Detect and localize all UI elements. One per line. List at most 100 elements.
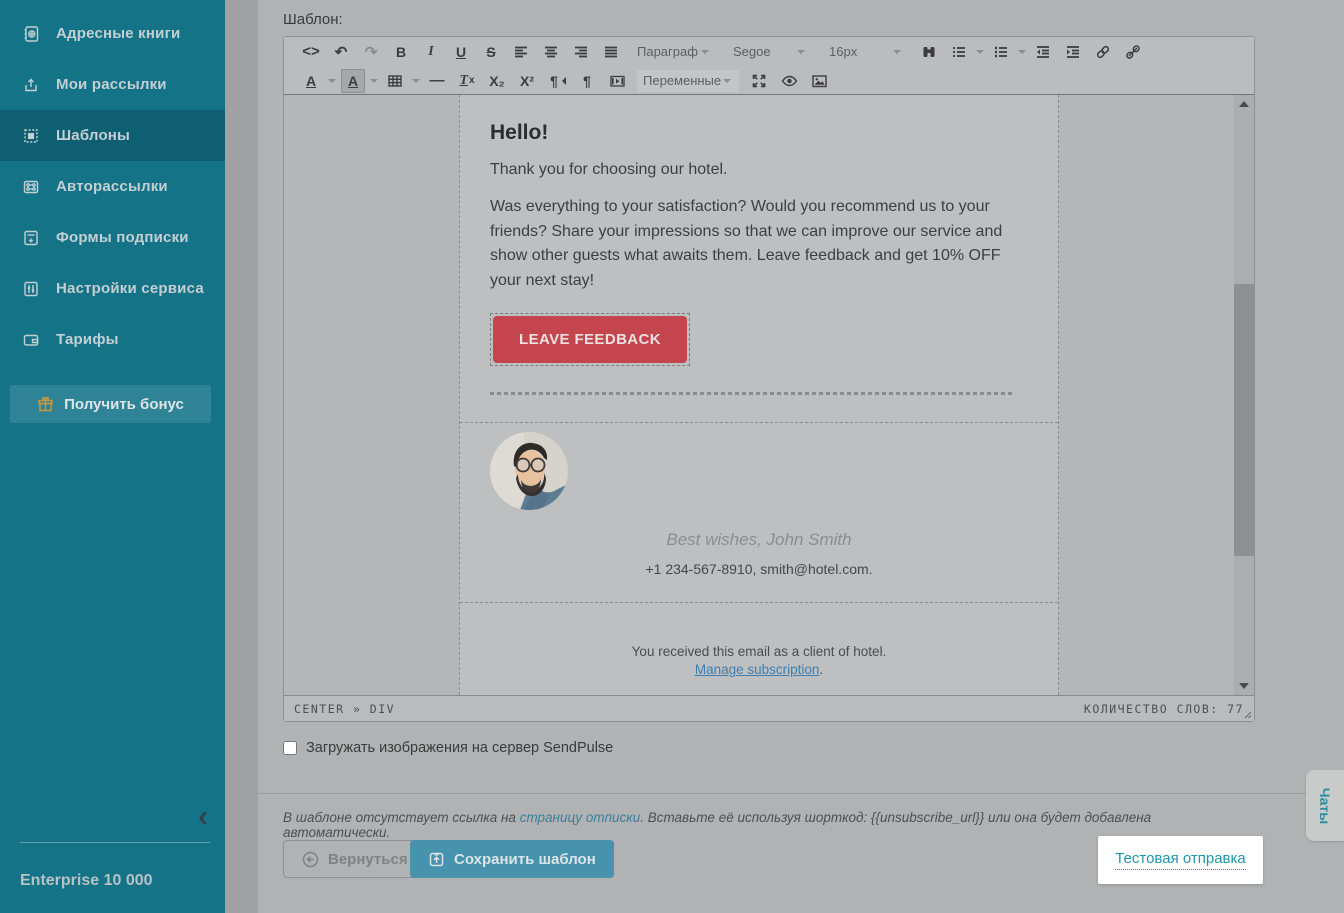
chats-tab[interactable]: Чаты <box>1306 770 1344 841</box>
sidebar-item-pricing[interactable]: Тарифы <box>0 314 225 365</box>
undo-button[interactable]: ↶ <box>329 40 353 64</box>
address-book-icon <box>22 25 40 43</box>
align-center-button[interactable] <box>539 40 563 64</box>
upload-images-row: Загружать изображения на сервер SendPuls… <box>283 740 613 756</box>
service-settings-icon <box>22 280 40 298</box>
chevron-down-icon[interactable] <box>976 50 984 58</box>
align-left-button[interactable] <box>509 40 533 64</box>
sidebar-collapse-button[interactable]: ‹ <box>198 802 224 834</box>
horizontal-rule-button[interactable]: — <box>425 69 449 93</box>
unsubscribe-note: В шаблоне отсутствует ссылка на страницу… <box>283 810 1152 840</box>
sidebar-divider <box>20 842 210 843</box>
align-right-button[interactable] <box>569 40 593 64</box>
align-justify-button[interactable] <box>599 40 623 64</box>
word-count: КОЛИЧЕСТВО СЛОВ: 77 <box>1083 701 1244 716</box>
selected-element-outline: LEAVE FEEDBACK <box>490 313 690 366</box>
editor-canvas[interactable]: Hello! Thank you for choosing our hotel.… <box>284 95 1254 695</box>
triangle-up-icon <box>1239 96 1249 107</box>
test-send-link[interactable]: Тестовая отправка <box>1115 850 1246 870</box>
chevron-down-icon[interactable] <box>412 79 420 87</box>
plan-badge: Enterprise 10 000 <box>20 872 153 889</box>
wysiwyg-editor: <> ↶ ↷ B I U S Параграф Segoe 16px A A —… <box>283 36 1255 722</box>
unsubscribe-page-link[interactable]: страницу отписки <box>520 810 641 825</box>
chevron-down-icon <box>701 50 709 58</box>
insert-image-button[interactable] <box>807 69 831 93</box>
unlink-button[interactable] <box>1121 40 1145 64</box>
source-code-button[interactable]: <> <box>299 40 323 64</box>
sidebar-item-label: Авторассылки <box>56 178 168 195</box>
indent-button[interactable] <box>1061 40 1085 64</box>
bullet-list-button[interactable] <box>947 40 971 64</box>
numbered-list-button[interactable] <box>989 40 1013 64</box>
font-family-dropdown[interactable]: Segoe <box>727 41 813 63</box>
find-replace-icon[interactable] <box>917 40 941 64</box>
save-icon <box>428 851 445 868</box>
avatar <box>490 432 1028 510</box>
underline-button[interactable]: U <box>449 40 473 64</box>
subscription-forms-icon <box>22 229 40 247</box>
sidebar-item-templates[interactable]: Шаблоны <box>0 110 225 161</box>
background-color-button[interactable]: A <box>341 68 365 93</box>
email-footer: You received this email as a client of h… <box>631 644 887 677</box>
get-bonus-button[interactable]: Получить бонус <box>10 385 211 423</box>
resize-handle-icon[interactable] <box>1243 710 1252 719</box>
triangle-left-icon <box>558 76 566 85</box>
insert-link-button[interactable] <box>1091 40 1115 64</box>
sidebar-item-service-settings[interactable]: Настройки сервиса <box>0 263 225 314</box>
chevron-down-icon[interactable] <box>370 79 378 87</box>
sidebar: Адресные книги Мои рассылки Шаблоны Авто… <box>0 0 225 913</box>
upload-images-label: Загружать изображения на сервер SendPuls… <box>306 740 614 756</box>
font-size-dropdown[interactable]: 16px <box>823 41 909 63</box>
email-template-body[interactable]: Hello! Thank you for choosing our hotel.… <box>459 95 1059 695</box>
preview-eye-button[interactable] <box>777 69 801 93</box>
italic-button[interactable]: I <box>419 40 443 64</box>
back-button[interactable]: Вернуться <box>283 840 427 878</box>
sidebar-item-my-campaigns[interactable]: Мои рассылки <box>0 59 225 110</box>
sidebar-item-label: Шаблоны <box>56 127 131 144</box>
sidebar-item-subscription-forms[interactable]: Формы подписки <box>0 212 225 263</box>
triangle-down-icon <box>1239 683 1249 694</box>
scrollbar-thumb[interactable] <box>1234 284 1254 556</box>
automations-icon <box>22 178 40 196</box>
email-signature: Best wishes, John Smith <box>666 530 852 549</box>
media-embed-button[interactable] <box>605 69 629 93</box>
gift-icon <box>37 396 54 413</box>
fullscreen-button[interactable] <box>747 69 771 93</box>
email-divider <box>490 392 1014 395</box>
variables-dropdown[interactable]: Переменные <box>637 69 740 92</box>
footer-divider <box>258 793 1344 794</box>
scroll-up-button[interactable] <box>1234 95 1254 111</box>
editor-statusbar: CENTER » DIV КОЛИЧЕСТВО СЛОВ: 77 <box>284 695 1254 721</box>
bold-button[interactable]: B <box>389 40 413 64</box>
sidebar-item-label: Формы подписки <box>56 229 189 246</box>
sidebar-item-address-books[interactable]: Адресные книги <box>0 8 225 59</box>
paragraph-format-dropdown[interactable]: Параграф <box>631 41 717 63</box>
element-path[interactable]: CENTER » DIV <box>294 702 395 716</box>
strikethrough-button[interactable]: S <box>479 40 503 64</box>
leave-feedback-button[interactable]: LEAVE FEEDBACK <box>493 316 687 363</box>
upload-images-checkbox[interactable] <box>283 741 297 755</box>
redo-button[interactable]: ↷ <box>359 40 383 64</box>
subscript-button[interactable]: X₂ <box>485 69 509 93</box>
chevron-down-icon[interactable] <box>1018 50 1026 58</box>
save-template-button[interactable]: Сохранить шаблон <box>410 840 614 878</box>
paragraph-mark-button[interactable]: ¶ <box>575 69 599 93</box>
sendpulse-template-editor: Адресные книги Мои рассылки Шаблоны Авто… <box>0 0 1344 913</box>
chevron-down-icon <box>893 50 901 58</box>
editor-scrollbar[interactable] <box>1234 95 1254 695</box>
sidebar-item-automations[interactable]: Авторассылки <box>0 161 225 212</box>
clear-format-button[interactable]: Tx <box>455 69 479 93</box>
sidebar-item-label: Настройки сервиса <box>56 280 204 297</box>
chevron-down-icon[interactable] <box>328 79 336 87</box>
outdent-button[interactable] <box>1031 40 1055 64</box>
superscript-button[interactable]: X² <box>515 69 539 93</box>
table-button[interactable] <box>383 69 407 93</box>
toolbar-row-2: A A — Tx X₂ X² ¶ ¶ Переменные <box>296 66 1242 95</box>
get-bonus-label: Получить бонус <box>64 395 184 413</box>
manage-subscription-link[interactable]: Manage subscription <box>695 662 820 677</box>
text-color-button[interactable]: A <box>299 69 323 93</box>
scroll-down-button[interactable] <box>1234 679 1254 695</box>
back-arrow-icon <box>302 851 319 868</box>
templates-icon <box>22 127 40 145</box>
paragraph-rtl-button[interactable]: ¶ <box>545 69 569 93</box>
